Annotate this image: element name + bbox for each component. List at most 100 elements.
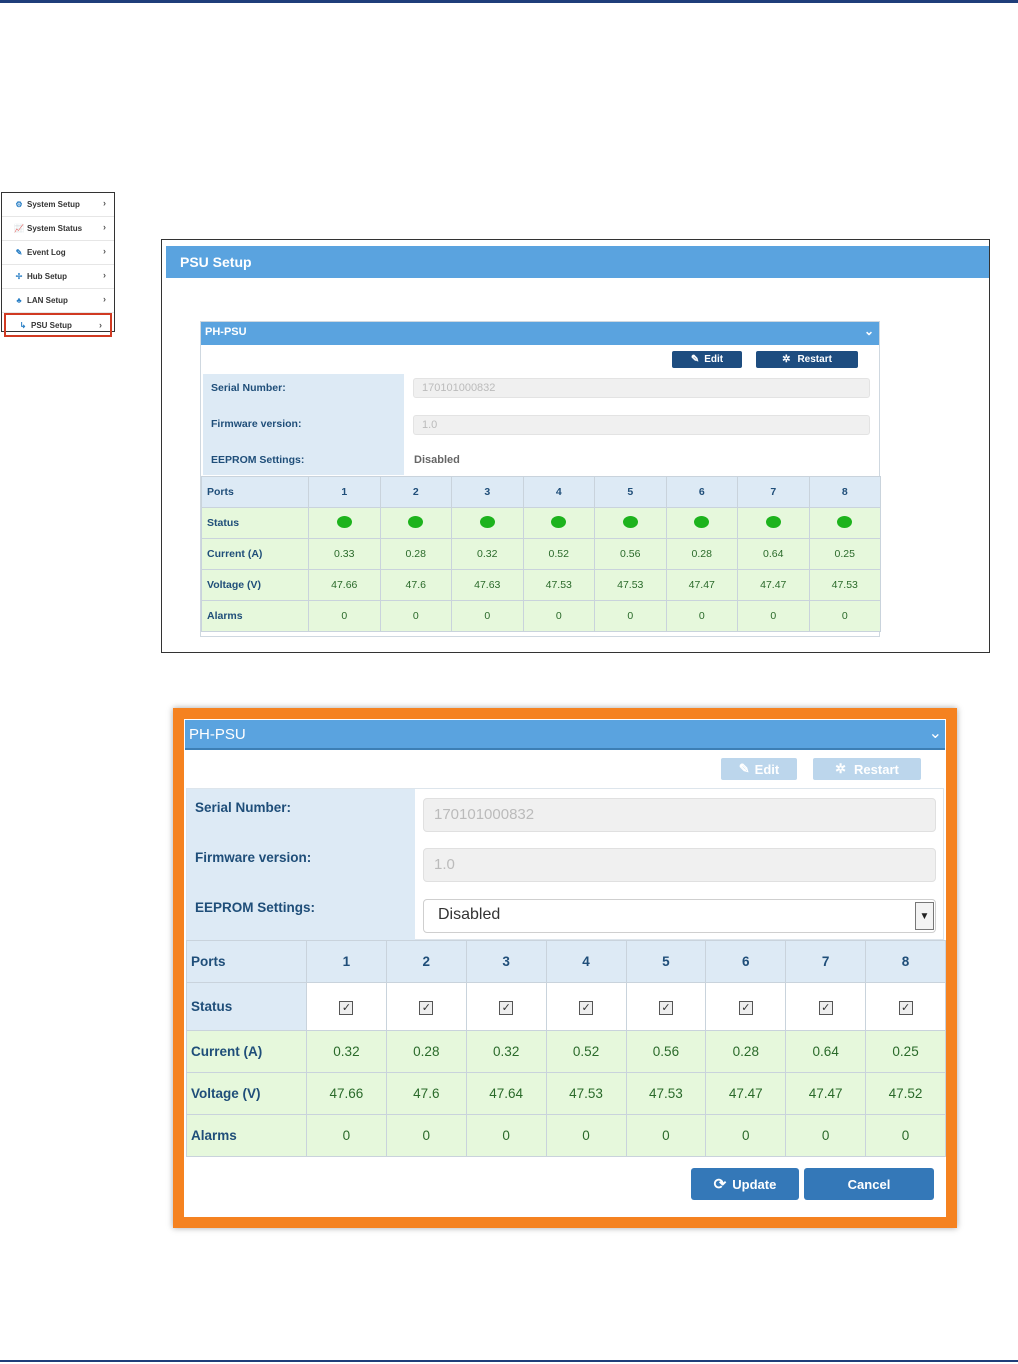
hub-icon: ✢: [15, 272, 23, 281]
port-status-checkbox[interactable]: ✓: [499, 1000, 514, 1015]
edit-button-label: Edit: [704, 354, 724, 365]
port-ports-cell: 3: [451, 476, 524, 508]
sidebar-item-system-status[interactable]: 📈 System Status ›: [2, 217, 114, 241]
sidebar-item-hub-setup[interactable]: ✢ Hub Setup ›: [2, 265, 114, 289]
port-alarms-cell: 0: [625, 1114, 707, 1157]
port-ports-cell: 2: [379, 476, 452, 508]
psu-setup-screenshot: PSU Setup PH-PSU ⌄ ✎ Edit ✲ Restart Seri…: [161, 239, 990, 653]
port-ports-cell: 5: [625, 940, 707, 983]
port-alarms-cell: 0: [705, 1114, 787, 1157]
sidebar-item-label: Event Log: [27, 248, 66, 257]
port-alarms-cell: 0: [665, 600, 738, 632]
port-voltage-cell: 47.53: [808, 569, 881, 601]
port-current-cell: 0.32: [451, 538, 524, 570]
port-status-checkbox[interactable]: ✓: [818, 1000, 833, 1015]
edit-button-disabled[interactable]: ✎ Edit: [721, 758, 797, 780]
eeprom-settings-select[interactable]: Disabled ▼: [423, 899, 936, 933]
port-status-cell: ✓: [705, 982, 787, 1031]
chevron-right-icon: ›: [103, 270, 106, 280]
port-status-cell: [308, 507, 381, 539]
port-status-checkbox[interactable]: ✓: [579, 1000, 594, 1015]
ports-table: Ports 1 2 3 4 5 6 7 8 Status ✓ ✓ ✓ ✓ ✓ ✓ ✓ ✓ Current (A) 0.…: [186, 940, 946, 1157]
port-voltage-cell: 47.52: [865, 1072, 946, 1115]
sidebar-item-system-setup[interactable]: ⚙ System Setup ›: [2, 193, 114, 217]
port-status-cell: [665, 507, 738, 539]
port-ports-cell: 6: [705, 940, 787, 983]
port-status-cell: ✓: [545, 982, 627, 1031]
port-alarms-cell: 0: [865, 1114, 946, 1157]
alarms-row-label: Alarms: [186, 1114, 307, 1157]
port-voltage-cell: 47.47: [705, 1072, 787, 1115]
port-voltage-cell: 47.47: [665, 569, 738, 601]
alarms-row: Alarms 0 0 0 0 0 0 0 0: [201, 600, 881, 632]
chevron-right-icon: ›: [99, 320, 102, 330]
port-alarms-cell: 0: [308, 600, 381, 632]
status-led-icon: [694, 515, 710, 528]
port-voltage-cell: 47.53: [625, 1072, 707, 1115]
sidebar-item-label: LAN Setup: [27, 296, 68, 305]
port-status-checkbox[interactable]: ✓: [898, 1000, 913, 1015]
update-button-label: Update: [732, 1176, 777, 1192]
chevron-down-icon[interactable]: ⌄: [929, 723, 942, 743]
chevron-down-icon[interactable]: ⌄: [864, 324, 874, 338]
port-status-cell: [451, 507, 524, 539]
network-icon: ♣: [16, 296, 22, 305]
restart-button[interactable]: ✲ Restart: [756, 351, 858, 368]
status-led-icon: [336, 515, 352, 528]
port-current-cell: 0.25: [808, 538, 881, 570]
status-led-icon: [622, 515, 638, 528]
port-alarms-cell: 0: [808, 600, 881, 632]
ports-row-label: Ports: [201, 476, 309, 508]
port-status-checkbox[interactable]: ✓: [738, 1000, 753, 1015]
sidebar-menu: ⚙ System Setup › 📈 System Status › ✎ Event Log ›…: [1, 192, 115, 337]
sidebar-item-label: PSU Setup: [31, 320, 72, 330]
restart-button-disabled[interactable]: ✲ Restart: [813, 758, 921, 780]
port-voltage-cell: 47.66: [308, 569, 381, 601]
panel-header[interactable]: PH-PSU ⌄: [201, 322, 879, 345]
port-ports-cell: 8: [808, 476, 881, 508]
port-status-checkbox[interactable]: ✓: [658, 1000, 673, 1015]
cancel-button-label: Cancel: [847, 1176, 891, 1192]
port-current-cell: 0.32: [465, 1030, 547, 1073]
chevron-right-icon: ›: [103, 294, 106, 304]
status-row: Status ✓ ✓ ✓ ✓ ✓ ✓ ✓ ✓: [186, 982, 946, 1031]
ports-row: Ports 1 2 3 4 5 6 7 8: [201, 476, 881, 508]
update-button[interactable]: ⟳ Update: [691, 1168, 799, 1200]
port-status-cell: ✓: [865, 982, 946, 1031]
restart-icon: ✲: [835, 761, 847, 776]
chevron-right-icon: ›: [103, 198, 106, 208]
port-voltage-cell: 47.63: [451, 569, 524, 601]
gear-icon: ⚙: [15, 200, 23, 209]
ph-psu-panel: PH-PSU ⌄ ✎ Edit ✲ Restart Serial Number:…: [200, 321, 881, 637]
port-alarms-cell: 0: [737, 600, 810, 632]
port-current-cell: 0.56: [625, 1030, 707, 1073]
firmware-version-field: 1.0: [423, 848, 936, 882]
status-led-icon: [408, 515, 424, 528]
port-voltage-cell: 47.53: [545, 1072, 627, 1115]
sidebar-item-lan-setup[interactable]: ♣ LAN Setup ›: [2, 289, 114, 313]
dropdown-arrow-icon[interactable]: ▼: [915, 902, 934, 930]
port-current-cell: 0.64: [737, 538, 810, 570]
status-led-icon: [551, 515, 567, 528]
port-status-cell: [808, 507, 881, 539]
port-ports-cell: 6: [665, 476, 738, 508]
port-status-checkbox[interactable]: ✓: [339, 1000, 354, 1015]
serial-number-field: 170101000832: [423, 798, 936, 832]
port-status-cell: ✓: [785, 982, 867, 1031]
port-status-checkbox[interactable]: ✓: [419, 1000, 434, 1015]
cancel-button[interactable]: Cancel: [804, 1168, 934, 1200]
ports-row: Ports 1 2 3 4 5 6 7 8: [186, 940, 946, 983]
sidebar-item-psu-setup[interactable]: ↳ PSU Setup ›: [4, 313, 112, 337]
edit-button[interactable]: ✎ Edit: [672, 351, 742, 368]
psu-info-form: Serial Number: 170101000832 Firmware ver…: [201, 374, 881, 475]
eeprom-selected-value: Disabled: [438, 906, 501, 923]
port-current-cell: 0.25: [865, 1030, 946, 1073]
edit-icon: ✎: [15, 248, 23, 257]
eeprom-settings-label: EEPROM Settings:: [211, 454, 305, 466]
panel-header[interactable]: PH-PSU ⌄: [185, 720, 945, 750]
port-current-cell: 0.52: [545, 1030, 627, 1073]
port-current-cell: 0.56: [594, 538, 667, 570]
sidebar-item-event-log[interactable]: ✎ Event Log ›: [2, 241, 114, 265]
port-alarms-cell: 0: [465, 1114, 547, 1157]
port-alarms-cell: 0: [379, 600, 452, 632]
